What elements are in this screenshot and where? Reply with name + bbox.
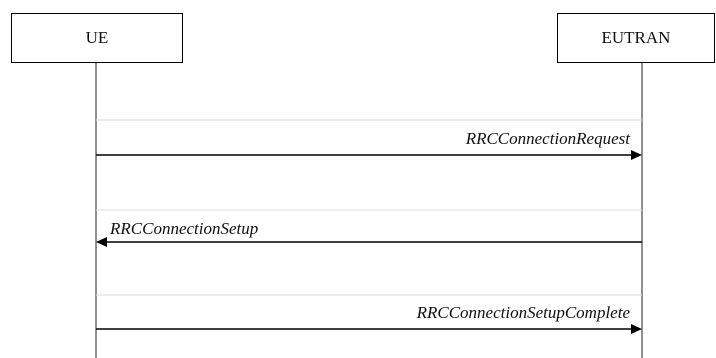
message-label-2: RRCConnectionSetup xyxy=(110,219,259,238)
arrowhead-right-icon xyxy=(631,324,642,334)
eutran-label: EUTRAN xyxy=(601,28,671,47)
arrowhead-right-icon xyxy=(631,150,642,160)
message-label-1: RRCConnectionRequest xyxy=(465,129,630,148)
message-label-3: RRCConnectionSetupComplete xyxy=(416,303,630,322)
arrowhead-left-icon xyxy=(96,237,107,247)
sequence-diagram: UE EUTRAN RRCConnectionRequest RRCConnec… xyxy=(0,0,716,358)
eutran-entity-box: EUTRAN xyxy=(557,13,715,63)
ue-label: UE xyxy=(85,28,109,47)
ue-entity-box: UE xyxy=(11,13,183,63)
